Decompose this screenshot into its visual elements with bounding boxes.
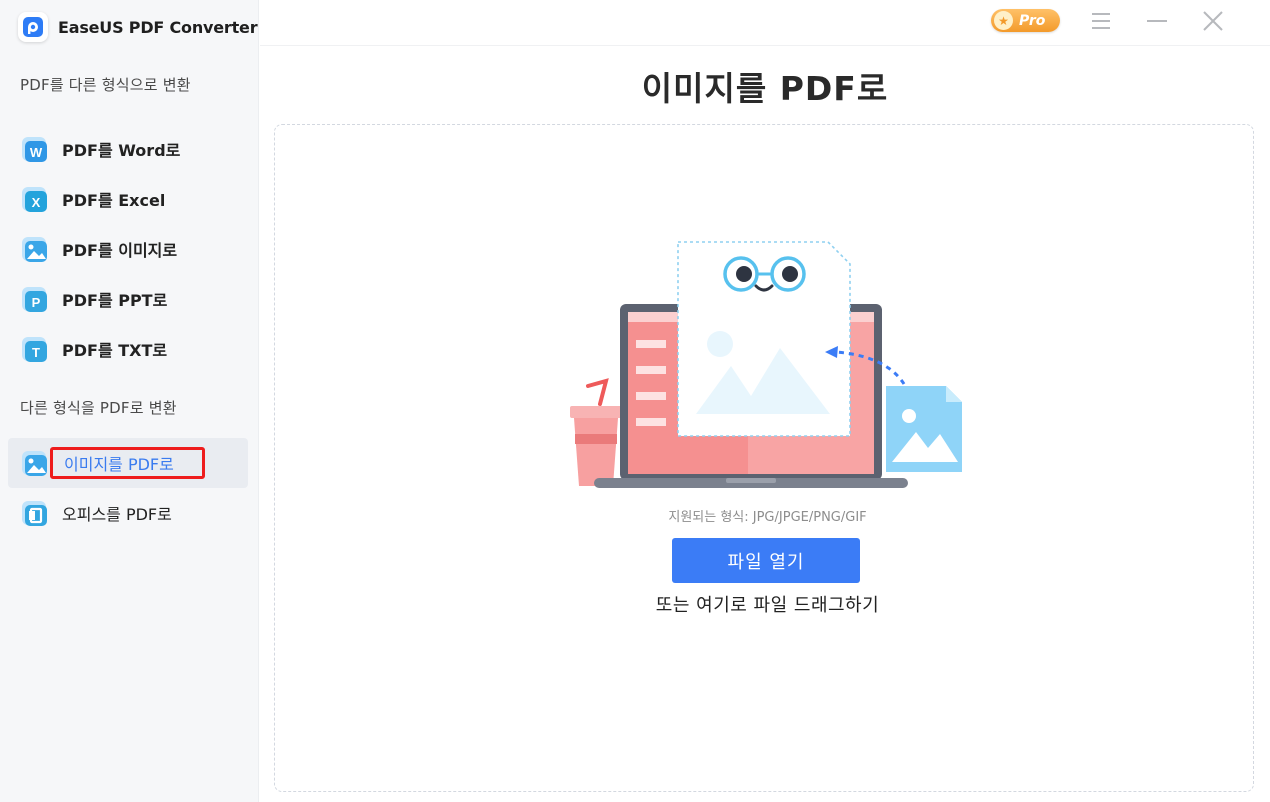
sidebar-item-label: PDF를 TXT로 bbox=[62, 341, 168, 360]
upload-illustration bbox=[570, 241, 962, 488]
txt-icon: T bbox=[22, 337, 47, 362]
image-file-illustration bbox=[886, 386, 962, 472]
close-icon[interactable] bbox=[1200, 8, 1226, 34]
svg-text:W: W bbox=[30, 145, 43, 160]
highlight-box bbox=[50, 447, 205, 479]
sidebar-item-pdf-to-word[interactable]: W PDF를 Word로 bbox=[8, 125, 248, 173]
ppt-icon: P bbox=[22, 287, 47, 312]
page-title-bold: PDF bbox=[779, 69, 857, 108]
page-title: 이미지를 PDF로 bbox=[260, 62, 1270, 110]
page-title-prefix: 이미지를 bbox=[641, 69, 780, 108]
document-illustration bbox=[677, 241, 851, 437]
sidebar-item-label: 오피스를 PDF로 bbox=[62, 505, 172, 524]
word-icon: W bbox=[22, 137, 47, 162]
section-title-from-pdf: PDF를 다른 형식으로 변환 bbox=[20, 76, 191, 94]
sidebar: EaseUS PDF Converter PDF를 다른 형식으로 변환 W P… bbox=[0, 0, 259, 802]
sidebar-item-image-to-pdf[interactable]: 이미지를 PDF로 bbox=[8, 438, 248, 488]
header-divider bbox=[260, 45, 1270, 46]
app-window: EaseUS PDF Converter PDF를 다른 형식으로 변환 W P… bbox=[0, 0, 1270, 802]
sidebar-item-office-to-pdf[interactable]: 오피스를 PDF로 bbox=[8, 489, 248, 537]
pro-label: Pro bbox=[1019, 12, 1046, 29]
sidebar-item-pdf-to-image[interactable]: PDF를 이미지로 bbox=[8, 225, 248, 273]
sidebar-item-label: PDF를 PPT로 bbox=[62, 291, 168, 310]
image-icon bbox=[22, 237, 47, 262]
sidebar-item-pdf-to-ppt[interactable]: P PDF를 PPT로 bbox=[8, 275, 248, 323]
pro-badge-button[interactable]: ★ Pro bbox=[991, 9, 1060, 32]
app-title: EaseUS PDF Converter bbox=[58, 17, 258, 37]
svg-text:P: P bbox=[32, 295, 41, 310]
minimize-icon[interactable] bbox=[1144, 8, 1170, 34]
brand: EaseUS PDF Converter bbox=[18, 12, 258, 42]
section-title-to-pdf: 다른 형식을 PDF로 변환 bbox=[20, 399, 177, 417]
sidebar-item-label: PDF를 Word로 bbox=[62, 141, 181, 160]
svg-text:X: X bbox=[32, 195, 41, 210]
supported-formats-text: 지원되는 형식: JPG/JPGE/PNG/GIF bbox=[668, 510, 867, 525]
sidebar-item-label: PDF를 이미지로 bbox=[62, 241, 178, 260]
page-title-suffix: 로 bbox=[856, 69, 889, 108]
menu-icon[interactable] bbox=[1088, 8, 1114, 34]
sidebar-item-pdf-to-txt[interactable]: T PDF를 TXT로 bbox=[8, 325, 248, 373]
cup-illustration bbox=[570, 378, 622, 486]
star-icon: ★ bbox=[994, 11, 1013, 30]
sidebar-item-label: PDF를 Excel bbox=[62, 191, 166, 210]
sidebar-item-pdf-to-excel[interactable]: X PDF를 Excel bbox=[8, 175, 248, 223]
app-logo-icon bbox=[18, 12, 48, 42]
excel-icon: X bbox=[22, 187, 47, 212]
open-file-button[interactable]: 파일 열기 bbox=[672, 538, 860, 583]
office-icon bbox=[22, 501, 47, 526]
svg-text:T: T bbox=[32, 345, 40, 360]
image-to-pdf-icon bbox=[22, 451, 47, 476]
drag-hint-text: 또는 여기로 파일 드래그하기 bbox=[655, 595, 880, 616]
